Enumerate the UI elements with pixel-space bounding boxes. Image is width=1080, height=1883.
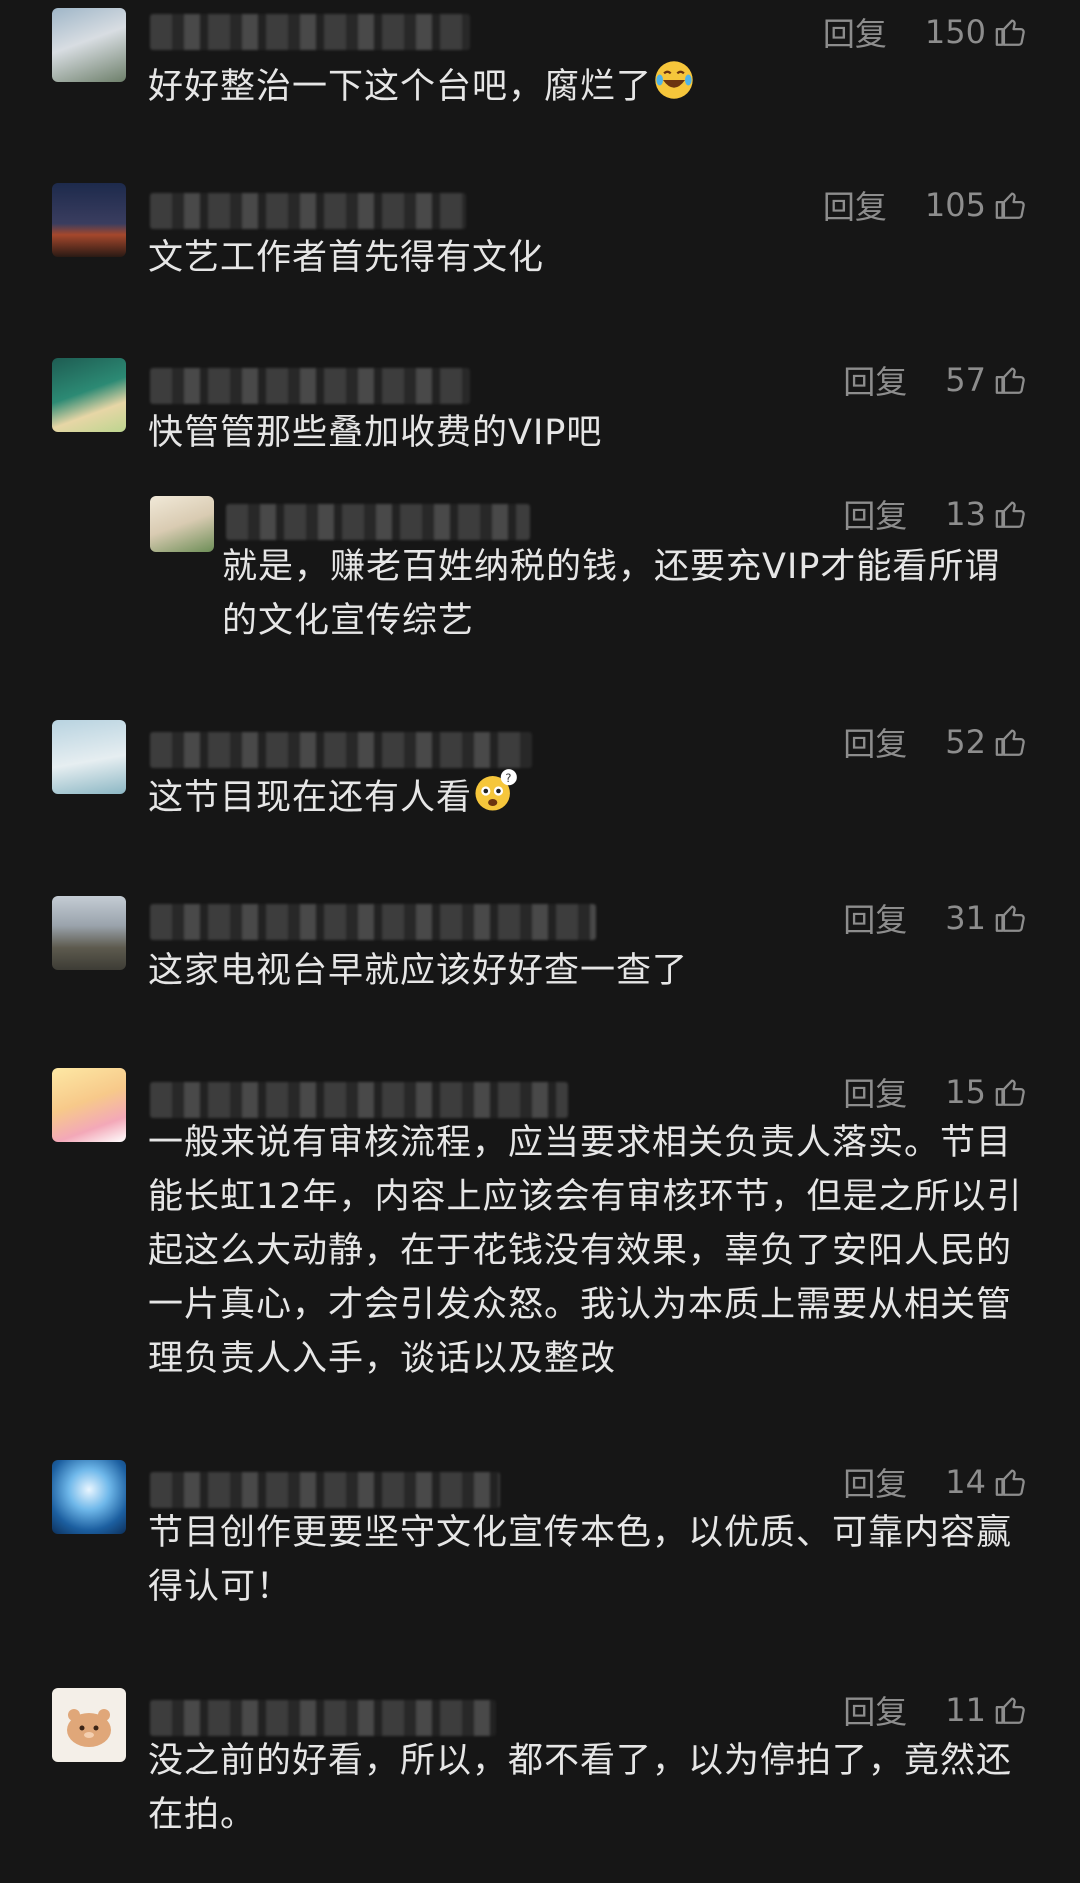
like-count: 57 xyxy=(945,361,986,399)
comment-actions: 回复 52 xyxy=(843,719,1028,765)
like-count: 15 xyxy=(945,1073,986,1111)
thumbs-up-icon[interactable] xyxy=(994,901,1028,935)
thumbs-up-icon[interactable] xyxy=(994,1465,1028,1499)
confused-face-emoji: ? xyxy=(472,768,518,830)
reply-button[interactable]: 回复 xyxy=(843,1459,907,1505)
thumbs-up-icon[interactable] xyxy=(994,363,1028,397)
avatar[interactable] xyxy=(52,183,126,257)
comment-actions: 回复 13 xyxy=(843,491,1028,537)
username-blurred[interactable] xyxy=(150,732,532,768)
thumbs-up-icon[interactable] xyxy=(994,725,1028,759)
comment-text: 这家电视台早就应该好好查一查了 xyxy=(148,951,689,991)
comment-actions: 回复 57 xyxy=(843,357,1028,403)
thumbs-up-icon[interactable] xyxy=(994,497,1028,531)
comment-text: 文艺工作者首先得有文化 xyxy=(148,238,545,278)
like-count: 31 xyxy=(945,899,986,937)
reply-button[interactable]: 回复 xyxy=(843,1069,907,1115)
like-count: 13 xyxy=(945,495,986,533)
username-blurred[interactable] xyxy=(150,14,470,50)
avatar[interactable] xyxy=(52,1068,126,1142)
comment-text: 这节目现在还有人看? xyxy=(148,768,948,830)
avatar[interactable] xyxy=(52,358,126,432)
thumbs-up-icon[interactable] xyxy=(994,188,1028,222)
username-blurred[interactable] xyxy=(150,1082,568,1118)
avatar[interactable] xyxy=(150,496,214,552)
thumbs-up-icon[interactable] xyxy=(994,1075,1028,1109)
comment-actions: 回复 14 xyxy=(843,1459,1028,1505)
comment-text: 节目创作更要坚守文化宣传本色，以优质、可靠内容赢得认可！ xyxy=(148,1513,1013,1607)
username-blurred[interactable] xyxy=(150,368,470,404)
reply-button[interactable]: 回复 xyxy=(823,9,887,55)
reply-button[interactable]: 回复 xyxy=(843,719,907,765)
username-blurred[interactable] xyxy=(150,1700,496,1736)
like-count: 52 xyxy=(945,723,986,761)
laughing-tears-emoji xyxy=(652,58,696,118)
username-blurred[interactable] xyxy=(150,193,466,229)
reply-button[interactable]: 回复 xyxy=(843,1687,907,1733)
reply-button[interactable]: 回复 xyxy=(843,357,907,403)
comment-text: 快管管那些叠加收费的VIP吧 xyxy=(148,413,603,453)
bear-avatar-icon xyxy=(67,1709,111,1747)
comment-text: 好好整治一下这个台吧，腐烂了 xyxy=(148,58,948,118)
comment-actions: 回复 15 xyxy=(843,1069,1028,1115)
comment-text: 一般来说有审核流程，应当要求相关负责人落实。节目能长虹12年，内容上应该会有审核… xyxy=(148,1123,1023,1379)
comment-actions: 回复 11 xyxy=(843,1687,1028,1733)
reply-button[interactable]: 回复 xyxy=(823,182,887,228)
avatar[interactable] xyxy=(52,1460,126,1534)
like-count: 105 xyxy=(924,186,986,224)
comment-actions: 回复 31 xyxy=(843,895,1028,941)
avatar[interactable] xyxy=(52,1688,126,1762)
username-blurred[interactable] xyxy=(150,904,596,940)
username-blurred[interactable] xyxy=(150,1472,500,1508)
svg-text:?: ? xyxy=(505,771,512,785)
comment-actions: 回复 105 xyxy=(823,182,1028,228)
like-count: 14 xyxy=(945,1463,986,1501)
like-count: 11 xyxy=(945,1691,986,1729)
comment-text: 没之前的好看，所以，都不看了，以为停拍了，竟然还在拍。 xyxy=(148,1741,1013,1835)
comment-actions: 回复 150 xyxy=(823,9,1028,55)
reply-button[interactable]: 回复 xyxy=(843,491,907,537)
comment-text: 就是，赚老百姓纳税的钱，还要充VIP才能看所谓的文化宣传综艺 xyxy=(222,547,1001,641)
avatar[interactable] xyxy=(52,896,126,970)
like-count: 150 xyxy=(924,13,986,51)
reply-button[interactable]: 回复 xyxy=(843,895,907,941)
avatar[interactable] xyxy=(52,8,126,82)
username-blurred[interactable] xyxy=(226,504,530,540)
thumbs-up-icon[interactable] xyxy=(994,15,1028,49)
thumbs-up-icon[interactable] xyxy=(994,1693,1028,1727)
avatar[interactable] xyxy=(52,720,126,794)
